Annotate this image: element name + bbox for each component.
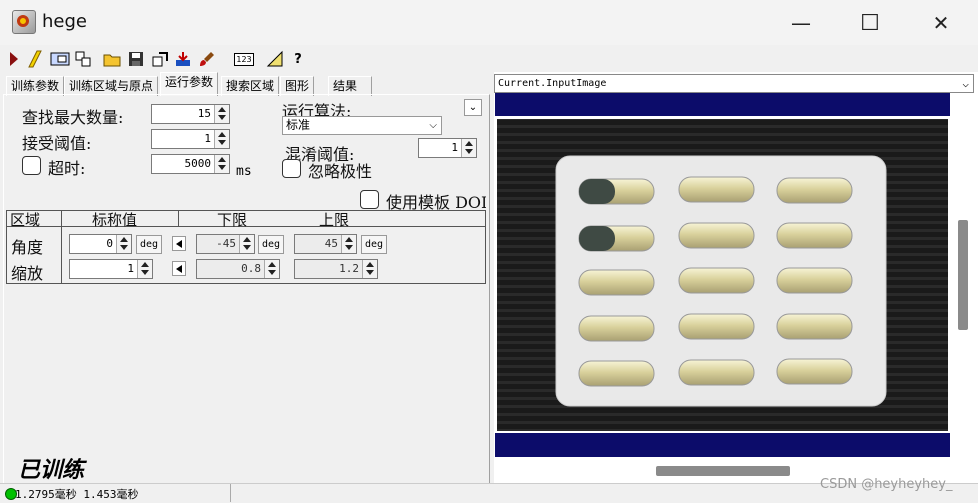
run-icon[interactable]: [4, 49, 24, 69]
watermark: CSDN @heyheyhey_: [820, 477, 953, 492]
use-template-checkbox[interactable]: [360, 190, 379, 209]
ruler-icon[interactable]: [265, 49, 285, 69]
title-bar: [0, 0, 978, 45]
import-icon[interactable]: [173, 49, 193, 69]
angle-nominal-stepper[interactable]: [116, 235, 131, 253]
accept-threshold-stepper[interactable]: [214, 130, 229, 148]
tab-results[interactable]: 结果: [328, 76, 372, 96]
tab-search-region[interactable]: 搜索区域: [221, 76, 280, 96]
copy-icon[interactable]: [73, 49, 93, 69]
confusion-threshold-input[interactable]: 1: [418, 138, 477, 158]
angle-nominal-input[interactable]: 0: [69, 234, 132, 254]
grid-header-region: 区域: [10, 211, 41, 229]
grid-header-high: 上限: [319, 211, 350, 229]
save-icon[interactable]: [126, 49, 146, 69]
tab-strip: 训练参数 训练区域与原点 运行参数 搜索区域 图形 结果: [0, 72, 490, 96]
input-image: [495, 116, 950, 433]
max-count-stepper[interactable]: [214, 105, 229, 123]
grid-row-scale-label: 缩放: [11, 264, 44, 283]
display-icon[interactable]: [49, 49, 71, 69]
help-icon[interactable]: ?: [288, 49, 308, 69]
angle-low-stepper[interactable]: [239, 235, 254, 253]
max-count-label: 查找最大数量:: [22, 108, 124, 127]
scale-high-input[interactable]: 1.2: [294, 259, 378, 279]
angle-high-input[interactable]: 45: [294, 234, 357, 254]
timeout-checkbox[interactable]: [22, 156, 41, 175]
angle-high-unit: deg: [361, 235, 388, 254]
ignore-polarity-label: 忽略极性: [308, 162, 373, 181]
numbers-icon[interactable]: 123: [234, 49, 254, 69]
scale-high-stepper[interactable]: [362, 260, 377, 278]
horizontal-scrollbar[interactable]: [656, 466, 790, 476]
collapse-chevron-icon[interactable]: ⌄: [464, 99, 482, 116]
scale-nominal-stepper[interactable]: [137, 260, 152, 278]
brush-icon[interactable]: [197, 49, 217, 69]
tab-train-region[interactable]: 训练区域与原点: [64, 76, 159, 96]
close-button[interactable]: ✕: [921, 8, 961, 38]
timeout-input[interactable]: 5000: [151, 154, 230, 174]
max-count-input[interactable]: 15: [151, 104, 230, 124]
angle-link-arrow-icon[interactable]: [172, 236, 186, 251]
timing-text: 1.2795毫秒 1.453毫秒: [15, 488, 139, 501]
scale-nominal-input[interactable]: 1: [69, 259, 153, 279]
algorithm-select[interactable]: 标准 ⌵: [282, 116, 442, 135]
tab-train-params[interactable]: 训练参数: [6, 76, 65, 96]
angle-low-unit: deg: [258, 235, 285, 254]
ignore-polarity-checkbox[interactable]: [282, 159, 301, 178]
maximize-button[interactable]: ☐: [850, 8, 890, 38]
vertical-scrollbar[interactable]: [958, 220, 968, 330]
angle-nominal-unit: deg: [136, 235, 163, 254]
accept-threshold-label: 接受阈值:: [22, 134, 92, 153]
scale-low-input[interactable]: 0.8: [196, 259, 280, 279]
accept-threshold-input[interactable]: 1: [151, 129, 230, 149]
grid-header-nominal: 标称值: [92, 211, 138, 229]
confusion-threshold-stepper[interactable]: [461, 139, 476, 157]
image-source-select[interactable]: Current.InputImage ⌵: [494, 74, 974, 93]
tab-graphics[interactable]: 图形: [280, 76, 315, 96]
status-bar: 1.2795毫秒 1.453毫秒 CSDN @heyheyhey_: [0, 477, 978, 503]
open-folder-icon[interactable]: [102, 49, 122, 69]
chevron-down-icon: ⌵: [962, 77, 969, 90]
toolbar: 123 ?: [0, 45, 978, 72]
window-title: hege: [42, 11, 87, 32]
image-canvas[interactable]: [495, 93, 950, 457]
scale-low-stepper[interactable]: [264, 260, 279, 278]
app-icon: [12, 10, 36, 34]
grid-header-low: 下限: [217, 211, 248, 229]
angle-low-input[interactable]: -45: [196, 234, 255, 254]
tab-run-params[interactable]: 运行参数: [160, 72, 219, 96]
timeout-unit: ms: [236, 164, 252, 179]
trained-status-label: 已训练: [18, 457, 85, 483]
export-icon[interactable]: [150, 49, 170, 69]
scale-link-arrow-icon[interactable]: [172, 261, 186, 276]
timeout-label: 超时:: [48, 159, 86, 178]
chevron-down-icon: ⌵: [429, 120, 437, 131]
angle-high-stepper[interactable]: [341, 235, 356, 253]
wand-icon[interactable]: [25, 49, 45, 69]
timeout-stepper[interactable]: [214, 155, 229, 173]
grid-row-angle-label: 角度: [11, 238, 44, 257]
minimize-button[interactable]: —: [781, 8, 821, 38]
